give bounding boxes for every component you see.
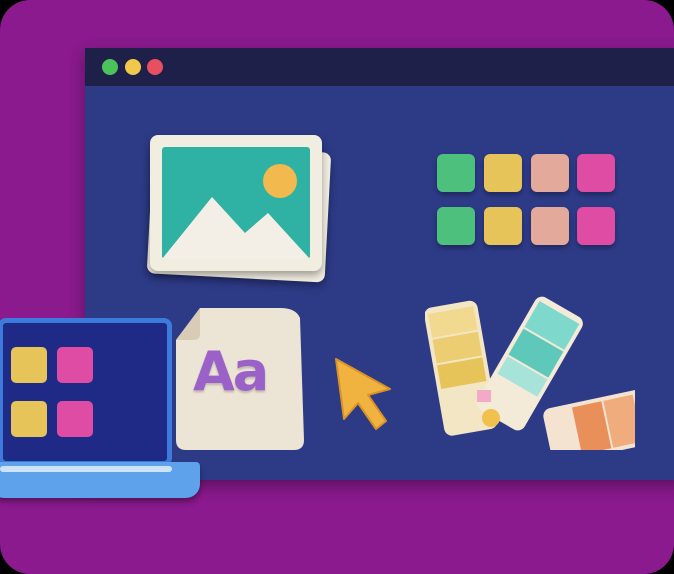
- window-titlebar: [85, 48, 674, 86]
- laptop-hinge: [0, 466, 172, 472]
- window-close-button[interactable]: [147, 59, 163, 75]
- color-palette-fan-icon: [425, 296, 635, 450]
- swatch-green[interactable]: [437, 154, 475, 192]
- window-maximize-button[interactable]: [102, 59, 118, 75]
- swatch-pink[interactable]: [577, 154, 615, 192]
- swatch-peach[interactable]: [531, 154, 569, 192]
- window-minimize-button[interactable]: [125, 59, 141, 75]
- cursor-icon: [335, 358, 391, 430]
- swatch-yellow[interactable]: [484, 154, 522, 192]
- canvas-background: Aa: [0, 0, 674, 574]
- swatch-peach[interactable]: [531, 207, 569, 245]
- swatch-green[interactable]: [437, 207, 475, 245]
- font-sample-text: Aa: [193, 340, 269, 403]
- swatch-yellow[interactable]: [484, 207, 522, 245]
- laptop-screen: [0, 318, 172, 466]
- swatch-pink[interactable]: [577, 207, 615, 245]
